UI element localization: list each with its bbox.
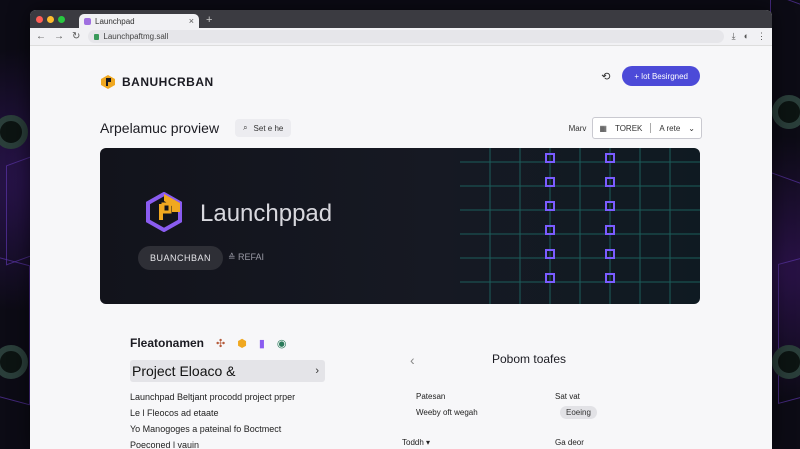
chevron-left-icon[interactable]: ‹	[410, 352, 415, 368]
tab-title: Launchpad	[95, 16, 135, 26]
filter-select[interactable]: ▦ TOREK A rete ⌄	[592, 117, 702, 139]
url-text: Launchpaftmg.sall	[103, 32, 169, 41]
description-line: Launchpad Beltjant procodd project prper	[130, 392, 296, 402]
primary-cta-button[interactable]: + lot Besirgned	[622, 66, 700, 86]
address-bar-row: ← → ↻ Launchpaftmg.sall ⤓ ◐ ⋮	[30, 28, 772, 46]
close-tab-icon[interactable]: ×	[189, 16, 194, 26]
title-row: Arpelamuc proview ⌕ Set e he Marv ▦ TORE…	[100, 116, 702, 140]
back-arrow-icon[interactable]: ←	[36, 31, 46, 42]
unit-select[interactable]: Toddh ▾	[402, 438, 430, 447]
site-header: BANUHCRBAN	[100, 74, 214, 90]
lock-icon	[94, 33, 100, 40]
search-box[interactable]: ⌕ Set e he	[235, 119, 292, 137]
chevron-down-icon: ▾	[426, 438, 431, 447]
brand-logo-icon	[101, 75, 115, 89]
chevron-down-icon: ⌄	[688, 123, 695, 133]
minimize-window-button[interactable]	[47, 15, 54, 23]
project-details: Fleatonamen ✣ ⬢ ▮ ◉ Project Eloaco & › L…	[130, 336, 390, 449]
page-content: BANUHCRBAN ⟲ + lot Besirgned Arpelamuc p…	[30, 46, 772, 449]
gear-icon	[772, 345, 800, 379]
search-icon: ⌕	[243, 123, 248, 132]
header-actions: ⟲ + lot Besirgned	[601, 66, 700, 86]
filter-label: Marv	[568, 123, 587, 133]
profile-icon[interactable]: ◐	[744, 31, 749, 42]
section-header: Fleatonamen ✣ ⬢ ▮ ◉	[130, 336, 390, 350]
target-icon[interactable]: ◉	[277, 337, 287, 350]
page-title: Arpelamuc proview	[100, 120, 220, 136]
chevron-right-icon: ›	[315, 365, 319, 377]
description-line: Yo Manogoges a pateinal fo Boctmect	[130, 424, 282, 434]
gear-icon	[772, 95, 800, 129]
section-title: Fleatonamen	[130, 336, 205, 350]
panel-title: Pobom toafes	[492, 352, 567, 366]
grid-icon: ▦	[599, 123, 607, 133]
decorative-grid-graphic	[460, 148, 700, 304]
bookmark-icon[interactable]: ⟲	[601, 70, 610, 83]
project-selector[interactable]: Project Eloaco & ›	[130, 360, 325, 382]
chart-icon[interactable]: ▮	[259, 337, 265, 350]
description-line: Poeconed l vauin	[130, 440, 200, 449]
maximize-window-button[interactable]	[58, 15, 65, 23]
property-value: Sat vat	[555, 392, 580, 401]
property-value: Ga deor	[555, 438, 584, 447]
brand-name: BANUHCRBAN	[122, 75, 214, 89]
reload-icon[interactable]: ↻	[72, 31, 80, 42]
unit-select-value: Toddh	[402, 438, 424, 447]
tab-bar: Launchpad × +	[30, 10, 772, 28]
search-label: Set e he	[253, 123, 284, 133]
property-key: Weeby oft wegah	[416, 408, 478, 417]
browser-tab[interactable]: Launchpad ×	[79, 14, 199, 28]
brand-badge-icon[interactable]: ⬢	[237, 337, 247, 350]
favicon-icon	[84, 17, 91, 25]
select-right-value: A rete	[659, 123, 681, 133]
status-badge: Eoeing	[560, 406, 597, 419]
url-field[interactable]: Launchpaftmg.sall	[88, 30, 724, 43]
select-divider	[650, 123, 652, 133]
filter-group: Marv ▦ TOREK A rete ⌄	[569, 117, 702, 139]
forward-arrow-icon[interactable]: →	[54, 31, 64, 42]
browser-window: Launchpad × + ← → ↻ Launchpaftmg.sall ⤓ …	[30, 10, 772, 449]
download-icon[interactable]: ⤓	[732, 31, 736, 42]
project-title: Project Eloaco &	[132, 363, 236, 379]
property-key: Patesan	[416, 392, 446, 401]
launchpad-logo-icon	[146, 192, 182, 232]
hero-banner: Launchppad BUANCHBAN ≙ REFAI	[100, 148, 700, 304]
new-tab-button[interactable]: +	[206, 14, 212, 26]
gear-icon	[0, 115, 28, 149]
hero-title: Launchppad	[200, 200, 333, 227]
description-line: Le l Fleocos ad etaate	[130, 408, 219, 418]
select-left-value: TOREK	[614, 123, 643, 133]
close-window-button[interactable]	[36, 15, 43, 23]
hero-link[interactable]: ≙ REFAI	[228, 252, 264, 263]
puzzle-icon[interactable]: ✣	[216, 337, 225, 350]
menu-icon[interactable]: ⋮	[757, 31, 766, 42]
hero-pill-button[interactable]: BUANCHBAN	[138, 246, 224, 270]
